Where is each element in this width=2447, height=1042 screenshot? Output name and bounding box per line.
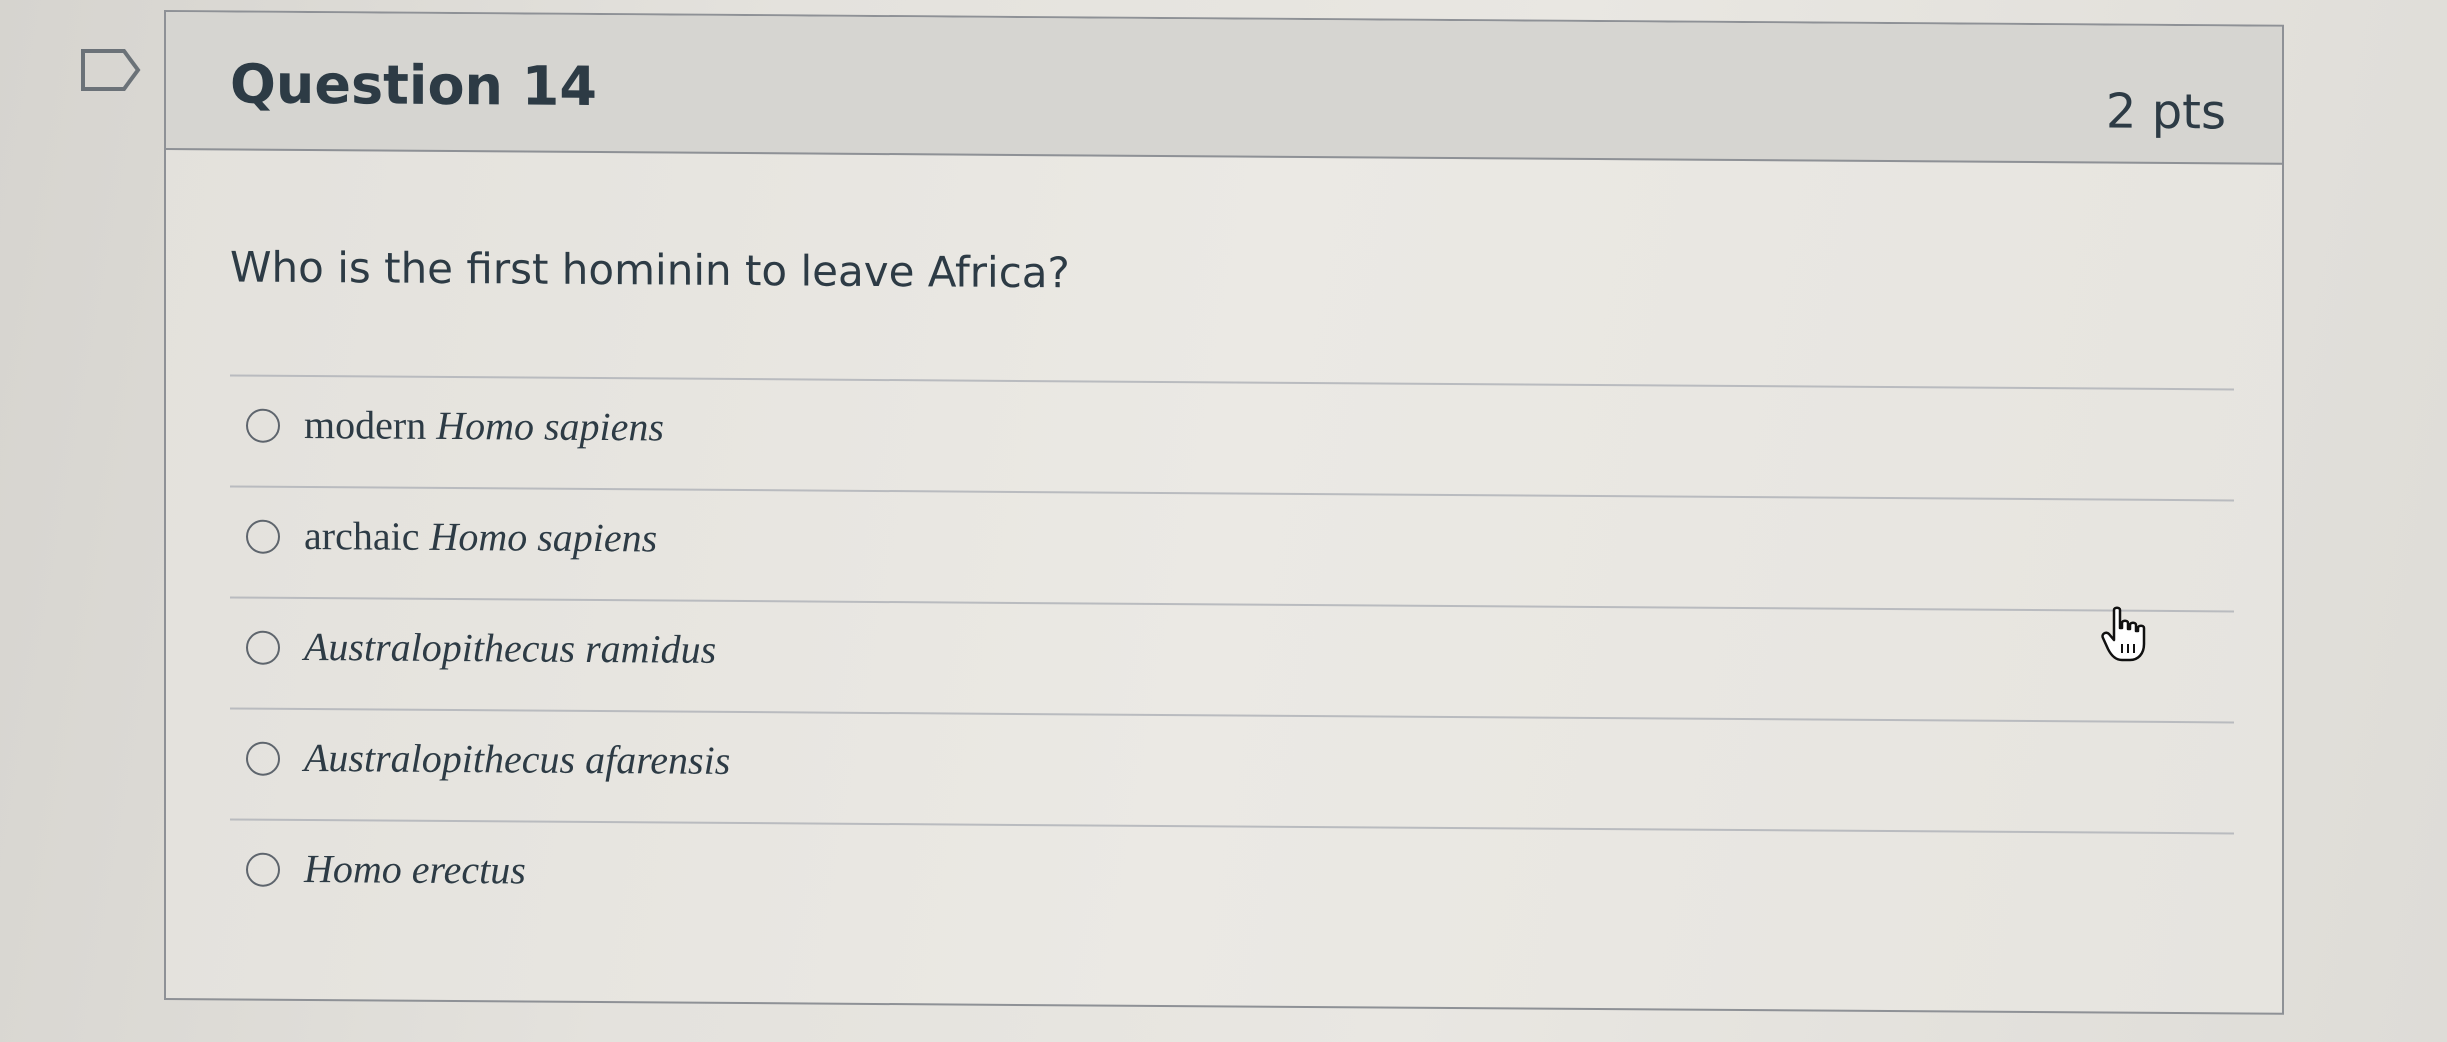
radio-button-icon[interactable] (246, 630, 280, 665)
answer-option-modern-homo-sapiens[interactable]: modern Homo sapiens (230, 374, 2234, 500)
answer-option-archaic-homo-sapiens[interactable]: archaic Homo sapiens (230, 485, 2234, 611)
radio-button-icon[interactable] (246, 852, 280, 887)
answer-label[interactable]: Homo erectus (304, 845, 526, 894)
question-title: Question 14 (230, 52, 597, 119)
question-card: Question 14 2 pts Who is the first homin… (164, 10, 2284, 1015)
answer-option-homo-erectus[interactable]: Homo erectus (230, 818, 2234, 944)
answer-label[interactable]: Australopithecus ramidus (304, 623, 716, 673)
answer-label[interactable]: archaic Homo sapiens (304, 512, 657, 561)
question-points: 2 pts (2105, 83, 2226, 141)
question-text: Who is the first hominin to leave Africa… (230, 242, 1070, 298)
hand-pointer-cursor-icon (2101, 606, 2146, 662)
answer-option-australopithecus-ramidus[interactable]: Australopithecus ramidus (230, 596, 2234, 722)
radio-button-icon[interactable] (246, 519, 280, 554)
answer-label[interactable]: modern Homo sapiens (304, 401, 664, 451)
question-header: Question 14 2 pts (166, 12, 2282, 165)
flag-question-icon[interactable] (80, 48, 142, 92)
answer-label[interactable]: Australopithecus afarensis (304, 734, 730, 784)
radio-button-icon[interactable] (246, 741, 280, 776)
answer-list: modern Homo sapiens archaic Homo sapiens… (230, 374, 2234, 944)
answer-option-australopithecus-afarensis[interactable]: Australopithecus afarensis (230, 707, 2234, 833)
radio-button-icon[interactable] (246, 408, 280, 443)
